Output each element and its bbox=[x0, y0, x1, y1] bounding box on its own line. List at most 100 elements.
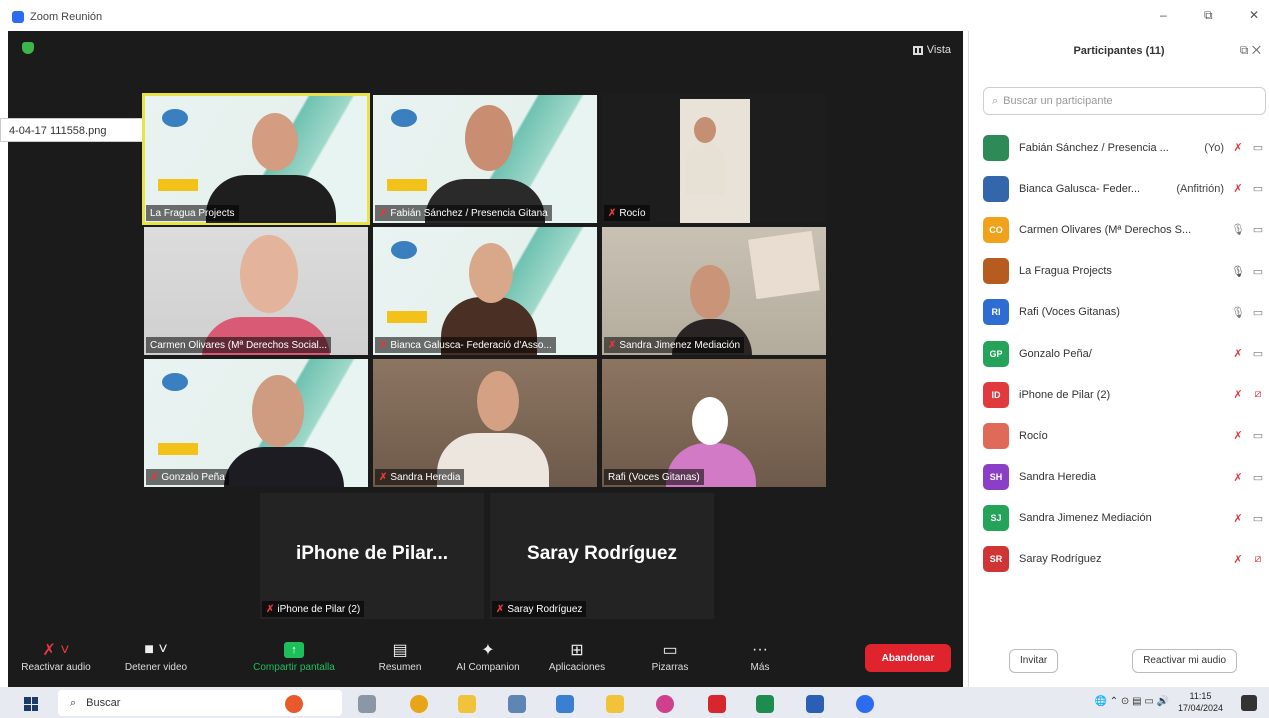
video-tile-off[interactable]: Saray Rodríguez ✗ Saray Rodríguez bbox=[490, 493, 714, 619]
whiteboards-button[interactable]: ▭ Pizarras bbox=[636, 638, 704, 673]
pop-out-icon[interactable]: ⧉ bbox=[1240, 43, 1249, 57]
tool-label: Detener video bbox=[124, 662, 188, 673]
participant-row[interactable]: Rocío ✗ ▭ bbox=[983, 415, 1266, 456]
mic-muted-icon[interactable]: ✗ bbox=[1230, 512, 1246, 525]
chrome-icon[interactable] bbox=[410, 695, 428, 713]
participant-row[interactable]: SJ Sandra Jimenez Mediación ✗ ▭ bbox=[983, 498, 1266, 539]
video-tile-off[interactable]: iPhone de Pilar... ✗ iPhone de Pilar (2) bbox=[260, 493, 484, 619]
mic-muted-icon[interactable]: ✗ bbox=[1230, 553, 1246, 566]
video-tile[interactable]: La Fragua Projects bbox=[142, 93, 370, 225]
grid-view-icon bbox=[912, 45, 923, 55]
ai-companion-button[interactable]: ✦ AI Companion bbox=[446, 638, 530, 673]
video-tile[interactable]: ✗ Sandra Heredia bbox=[373, 359, 597, 487]
search-icon: ⌕ bbox=[70, 696, 77, 709]
camera-off-icon[interactable]: ⧄ bbox=[1250, 388, 1266, 401]
mic-muted-icon[interactable]: ✗ bbox=[1230, 429, 1246, 442]
camera-icon[interactable]: ▭ bbox=[1250, 512, 1266, 525]
participant-video bbox=[224, 447, 344, 487]
system-tray-icons[interactable]: 🌐 ⌃ ⊙ ▤ ▭ 🔊 bbox=[1095, 696, 1169, 707]
video-tile[interactable]: Rafi (Voces Gitanas) bbox=[602, 359, 826, 487]
security-shield-icon[interactable] bbox=[22, 42, 34, 54]
acrobat-icon[interactable] bbox=[708, 695, 726, 713]
participant-row[interactable]: Fabián Sánchez / Presencia ... (Yo) ✗ ▭ bbox=[983, 127, 1266, 168]
camera-icon[interactable]: ▭ bbox=[1250, 223, 1266, 236]
close-panel-icon[interactable]: ✕ bbox=[1252, 43, 1261, 57]
participant-row[interactable]: ID iPhone de Pilar (2) ✗ ⧄ bbox=[983, 374, 1266, 415]
more-icon: ··· bbox=[752, 641, 768, 658]
participant-row[interactable]: Bianca Galusca- Feder... (Anfitrión) ✗ ▭ bbox=[983, 168, 1266, 209]
app-icon[interactable] bbox=[656, 695, 674, 713]
participant-row[interactable]: SH Sandra Heredia ✗ ▭ bbox=[983, 457, 1266, 498]
slide-logo bbox=[162, 109, 188, 127]
participant-row[interactable]: GP Gonzalo Peña/ ✗ ▭ bbox=[983, 333, 1266, 374]
camera-app-icon[interactable] bbox=[508, 695, 526, 713]
video-tile[interactable]: Carmen Olivares (Mª Derechos Social... bbox=[144, 227, 368, 355]
participant-row[interactable]: SR Saray Rodríguez ✗ ⧄ bbox=[983, 539, 1266, 580]
meeting-view: Vista 4-04-17 111558.png La Fragua Proje… bbox=[0, 31, 963, 687]
flower-widget-icon[interactable] bbox=[285, 695, 303, 713]
video-tile[interactable]: ✗ Rocío bbox=[602, 95, 826, 223]
invite-button[interactable]: Invitar bbox=[1009, 649, 1059, 673]
participant-face bbox=[469, 243, 513, 303]
whiteboard-icon: ▭ bbox=[662, 642, 678, 659]
tile-display-name: Saray Rodríguez bbox=[527, 543, 677, 564]
search-icon: ⌕ bbox=[992, 94, 999, 107]
camera-icon[interactable]: ▭ bbox=[1250, 429, 1266, 442]
unmute-audio-button[interactable]: ✗ ˅ Reactivar audio bbox=[18, 638, 94, 673]
view-button[interactable]: Vista bbox=[912, 44, 951, 56]
camera-icon[interactable]: ▭ bbox=[1250, 347, 1266, 360]
windows-start-icon[interactable] bbox=[24, 697, 38, 711]
participant-row[interactable]: RI Rafi (Voces Gitanas) 🎙 ▭ bbox=[983, 292, 1266, 333]
mic-muted-icon[interactable]: ✗ bbox=[1230, 141, 1246, 154]
tile-name-tag: ✗ iPhone de Pilar (2) bbox=[262, 601, 365, 617]
participant-list: Fabián Sánchez / Presencia ... (Yo) ✗ ▭ … bbox=[983, 127, 1266, 580]
stop-video-button[interactable]: ■ ˅ Detener video bbox=[114, 638, 198, 673]
mic-muted-icon[interactable]: ✗ bbox=[1230, 182, 1246, 195]
participant-search[interactable]: ⌕ Buscar un participante bbox=[983, 87, 1266, 115]
slide-badge bbox=[387, 179, 427, 191]
video-tile[interactable]: ✗ Bianca Galusca- Federació d'Asso... bbox=[373, 227, 597, 355]
file-explorer-icon[interactable] bbox=[458, 695, 476, 713]
mic-icon[interactable]: 🎙 bbox=[1230, 265, 1246, 278]
folder-app-icon[interactable] bbox=[606, 695, 624, 713]
close-button[interactable]: ✕ bbox=[1249, 8, 1259, 22]
participant-row[interactable]: La Fragua Projects 🎙 ▭ bbox=[983, 251, 1266, 292]
avatar bbox=[983, 134, 1009, 161]
excel-icon[interactable] bbox=[756, 695, 774, 713]
app-icon[interactable] bbox=[556, 695, 574, 713]
video-tile[interactable]: ✗ Sandra Jimenez Mediación bbox=[602, 227, 826, 355]
notification-icon[interactable] bbox=[1241, 695, 1257, 711]
camera-icon[interactable]: ▭ bbox=[1250, 141, 1266, 154]
camera-icon[interactable]: ▭ bbox=[1250, 182, 1266, 195]
maximize-button[interactable]: ⧉ bbox=[1204, 8, 1213, 23]
mic-icon[interactable]: 🎙 bbox=[1230, 306, 1246, 319]
participant-row[interactable]: CO Carmen Olivares (Mª Derechos S... 🎙 ▭ bbox=[983, 209, 1266, 250]
summary-button[interactable]: ▤ Resumen bbox=[368, 638, 432, 673]
minimize-button[interactable]: – bbox=[1160, 8, 1167, 22]
tool-label: Aplicaciones bbox=[548, 662, 606, 673]
slide-badge bbox=[158, 179, 198, 191]
video-tile[interactable]: ✗ Fabián Sánchez / Presencia Gitana bbox=[373, 95, 597, 223]
taskbar-search-label: Buscar bbox=[86, 697, 121, 709]
video-tile[interactable]: ✗ Gonzalo Peña bbox=[144, 359, 368, 487]
apps-button[interactable]: ⊞ Aplicaciones bbox=[538, 638, 616, 673]
word-icon[interactable] bbox=[806, 695, 824, 713]
camera-off-icon[interactable]: ⧄ bbox=[1250, 553, 1266, 566]
mic-muted-icon[interactable]: ✗ bbox=[1230, 347, 1246, 360]
mic-muted-icon[interactable]: ✗ bbox=[1230, 388, 1246, 401]
clock[interactable]: 11:15 17/04/2024 bbox=[1178, 690, 1223, 714]
meeting-toolbar: ✗ ˅ Reactivar audio ■ ˅ Detener video ↑ … bbox=[8, 630, 963, 687]
video-icon: ■ ˅ bbox=[144, 641, 168, 658]
share-screen-button[interactable]: ↑ Compartir pantalla bbox=[246, 638, 342, 673]
unmute-me-button[interactable]: Reactivar mi audio bbox=[1132, 649, 1237, 673]
mic-icon[interactable]: 🎙 bbox=[1230, 223, 1246, 236]
camera-icon[interactable]: ▭ bbox=[1250, 471, 1266, 484]
apps-icon: ⊞ bbox=[570, 642, 584, 659]
more-button[interactable]: ··· Más bbox=[734, 638, 786, 673]
leave-button[interactable]: Abandonar bbox=[865, 644, 951, 672]
mic-muted-icon[interactable]: ✗ bbox=[1230, 471, 1246, 484]
camera-icon[interactable]: ▭ bbox=[1250, 306, 1266, 319]
task-view-icon[interactable] bbox=[358, 695, 376, 713]
camera-icon[interactable]: ▭ bbox=[1250, 265, 1266, 278]
zoom-taskbar-icon[interactable] bbox=[856, 695, 874, 713]
